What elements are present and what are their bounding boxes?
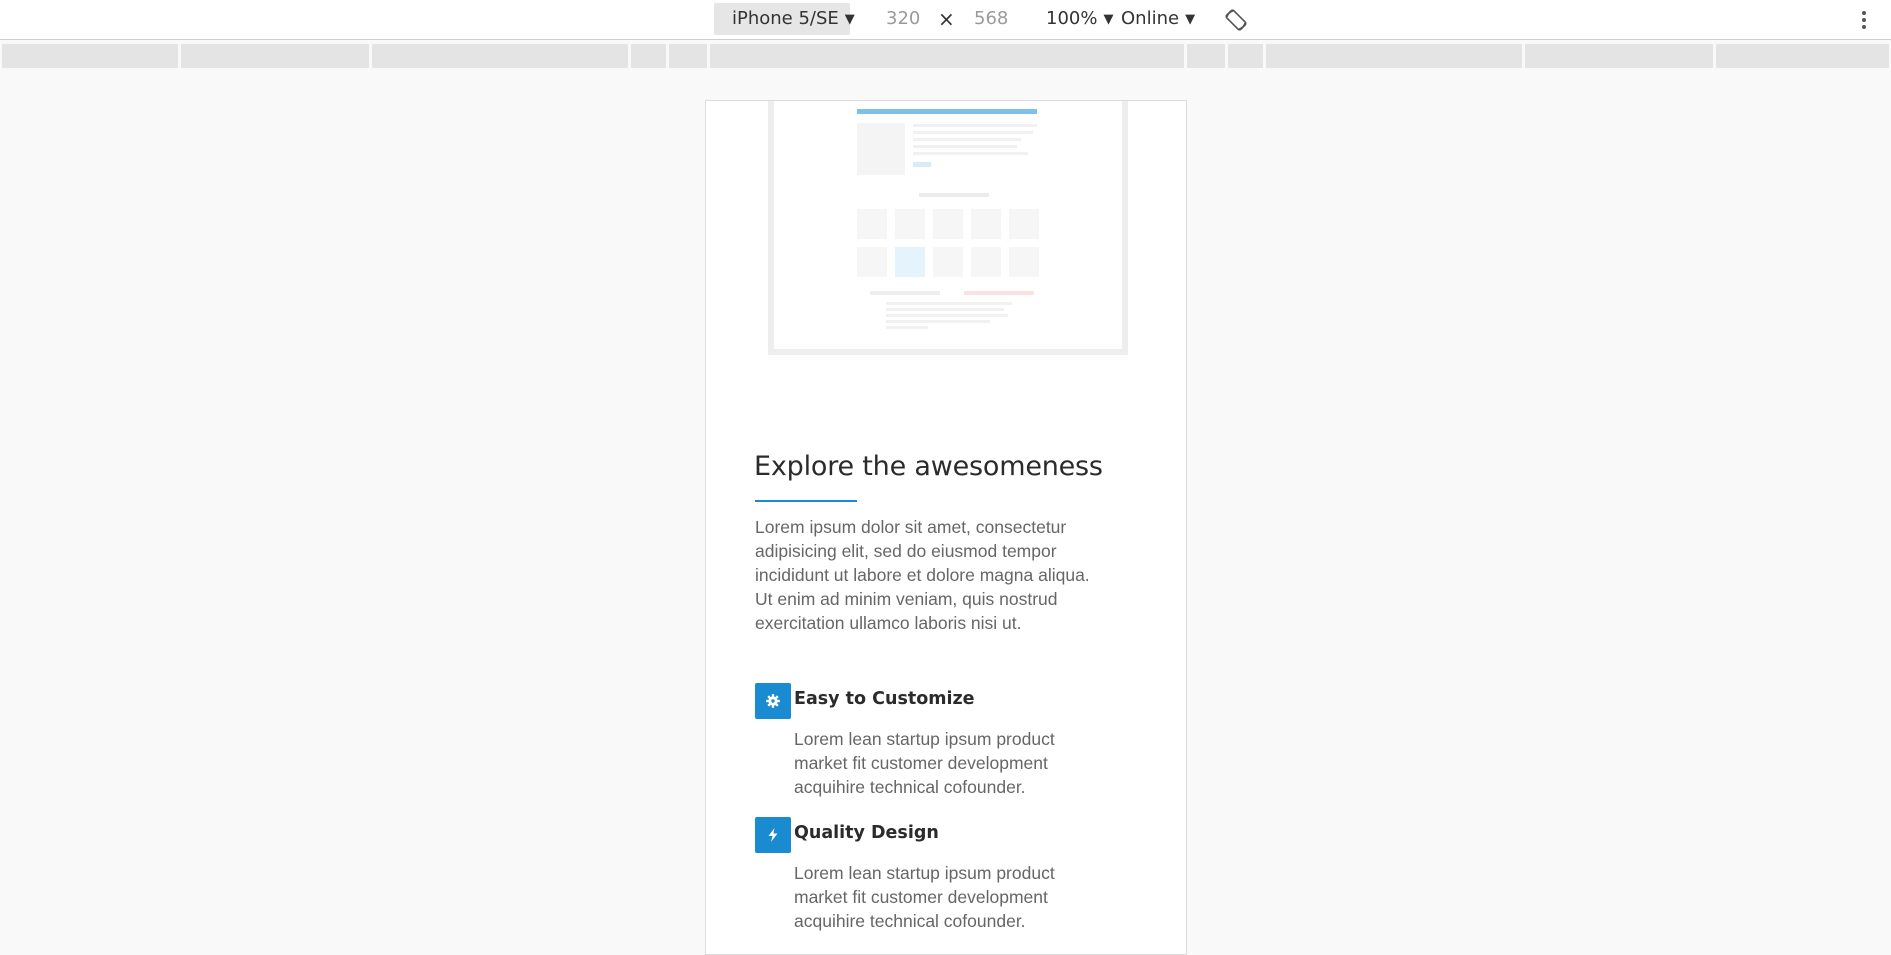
chevron-down-icon: ▼ bbox=[1103, 12, 1114, 27]
throttling-select-label: Online bbox=[1121, 8, 1180, 29]
device-select[interactable]: iPhone 5/SE ▼ bbox=[714, 3, 855, 35]
chevron-down-icon: ▼ bbox=[1185, 12, 1196, 27]
mockup-line bbox=[913, 145, 1017, 148]
mockup-tile bbox=[1009, 209, 1039, 239]
media-query-segment[interactable] bbox=[631, 44, 666, 68]
device-viewport: Explore the awesomeness Lorem ipsum dolo… bbox=[705, 100, 1187, 955]
throttling-select[interactable]: Online ▼ bbox=[1121, 3, 1201, 35]
zoom-select-label: 100% bbox=[1046, 8, 1098, 29]
device-select-label: iPhone 5/SE bbox=[732, 8, 839, 29]
device-mockup-image bbox=[768, 101, 1128, 355]
rotate-icon[interactable] bbox=[1224, 8, 1248, 32]
mockup-line bbox=[886, 302, 1012, 305]
media-query-segment[interactable] bbox=[181, 44, 369, 68]
mockup-tile bbox=[895, 209, 925, 239]
gear-icon bbox=[755, 683, 791, 719]
section-title: Explore the awesomeness bbox=[754, 451, 1103, 482]
mockup-line bbox=[886, 314, 1008, 317]
mockup-line bbox=[913, 152, 1028, 155]
media-query-segment[interactable] bbox=[2, 44, 178, 68]
mockup-tile bbox=[933, 247, 963, 277]
media-query-segment[interactable] bbox=[1266, 44, 1522, 68]
chevron-down-icon: ▼ bbox=[844, 12, 855, 27]
mockup-line bbox=[886, 308, 1004, 311]
bolt-icon bbox=[755, 817, 791, 853]
mockup-tile bbox=[971, 209, 1001, 239]
media-query-segment[interactable] bbox=[1525, 44, 1713, 68]
media-query-segment[interactable] bbox=[372, 44, 628, 68]
title-underline bbox=[755, 500, 857, 502]
mockup-tile-active bbox=[895, 247, 925, 277]
zoom-select[interactable]: 100% ▼ bbox=[1046, 3, 1116, 35]
media-query-segment[interactable] bbox=[1187, 44, 1225, 68]
mockup-accent-line bbox=[964, 291, 1034, 295]
media-query-segment[interactable] bbox=[710, 44, 1184, 68]
mockup-header-bar bbox=[857, 109, 1037, 114]
media-query-bar bbox=[2, 44, 1889, 68]
mockup-accent-line bbox=[913, 162, 931, 167]
media-query-segment[interactable] bbox=[1228, 44, 1263, 68]
mockup-line bbox=[886, 326, 928, 329]
device-toolbar: iPhone 5/SE ▼ 320 × 568 100% ▼ Online ▼ bbox=[0, 0, 1891, 40]
mockup-line bbox=[886, 320, 990, 323]
feature-title: Easy to Customize bbox=[794, 689, 975, 709]
media-query-segment[interactable] bbox=[669, 44, 707, 68]
feature-title: Quality Design bbox=[794, 823, 939, 843]
mockup-line bbox=[870, 291, 940, 295]
mockup-tile bbox=[857, 247, 887, 277]
width-input[interactable]: 320 bbox=[886, 3, 932, 35]
mockup-line bbox=[913, 138, 1021, 141]
feature-description: Lorem lean startup ipsum product market … bbox=[794, 863, 1055, 931]
media-query-segment[interactable] bbox=[1716, 44, 1889, 68]
height-input[interactable]: 568 bbox=[974, 3, 1020, 35]
dimension-separator: × bbox=[938, 7, 955, 31]
mockup-tile bbox=[933, 209, 963, 239]
mockup-thumbnail bbox=[857, 123, 905, 175]
more-options-icon[interactable] bbox=[1858, 8, 1870, 32]
mockup-tile bbox=[1009, 247, 1039, 277]
section-intro: Lorem ipsum dolor sit amet, consectetur … bbox=[755, 517, 1090, 633]
mockup-line bbox=[919, 193, 989, 197]
mockup-line bbox=[913, 124, 1037, 127]
mockup-line bbox=[913, 131, 1033, 134]
mockup-tile bbox=[971, 247, 1001, 277]
mockup-tile bbox=[857, 209, 887, 239]
feature-description: Lorem lean startup ipsum product market … bbox=[794, 729, 1055, 797]
